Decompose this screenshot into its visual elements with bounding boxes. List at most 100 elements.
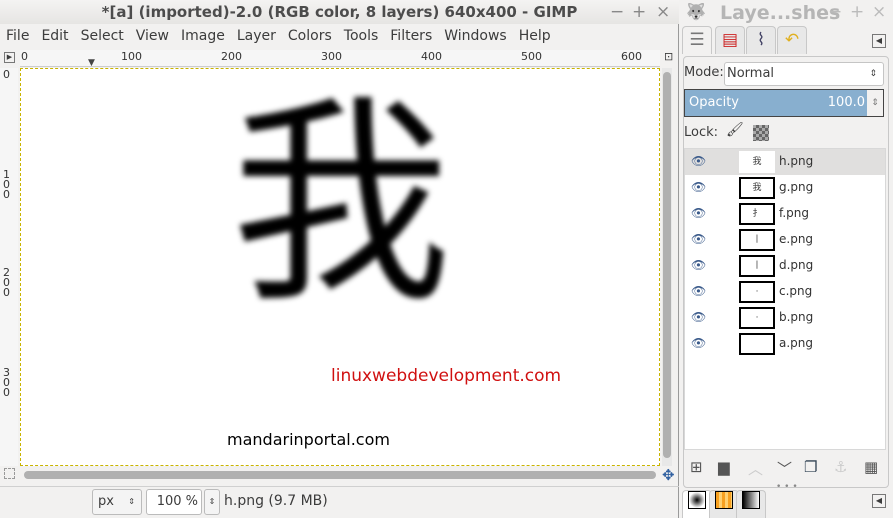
eye-icon[interactable]: 👁 xyxy=(691,258,706,272)
layer-row[interactable]: 👁 · c.png xyxy=(685,279,885,305)
menu-tools[interactable]: Tools xyxy=(338,26,385,48)
layer-thumbnail: 我 xyxy=(739,177,775,199)
title-bar: *[a] (imported)-2.0 (RGB color, 8 layers… xyxy=(0,0,679,24)
maximize-button[interactable]: + xyxy=(632,2,646,22)
zoom-navigate-icon[interactable]: ⊡ xyxy=(664,50,673,63)
layer-thumbnail: 扌 xyxy=(739,203,775,225)
zoom-spinner[interactable]: ⇕ xyxy=(204,489,220,515)
new-layer-button[interactable]: ⊞ xyxy=(690,458,703,476)
layers-tab[interactable]: ☰ xyxy=(682,26,712,54)
eye-icon[interactable]: 👁 xyxy=(691,180,706,194)
menu-bar: File Edit Select View Image Layer Colors… xyxy=(0,26,557,48)
layer-thumbnail: · xyxy=(739,281,775,303)
eye-icon[interactable]: 👁 xyxy=(691,154,706,168)
ruler-label: 600 xyxy=(621,50,642,63)
layer-name: h.png xyxy=(779,154,814,168)
duplicate-layer-button[interactable]: ❐ xyxy=(804,458,817,476)
menu-select[interactable]: Select xyxy=(75,26,130,48)
layer-list: 👁 我 h.png 👁 我 g.png 👁 扌 f.png 👁 丨 e.png 👁 丨 d.png … xyxy=(684,148,886,450)
layer-row[interactable]: 👁 扌 f.png xyxy=(685,201,885,227)
layers-icon: ☰ xyxy=(689,30,705,50)
layer-row[interactable]: 👁 我 h.png xyxy=(685,149,885,175)
toggle-quick-mask-icon[interactable] xyxy=(4,468,15,479)
undo-history-tab[interactable]: ↶ xyxy=(777,26,807,54)
ruler-label: 400 xyxy=(421,50,442,63)
ruler-label: 0 xyxy=(3,68,10,81)
quick-mask-menu-button[interactable]: ▶ xyxy=(4,52,15,63)
layer-name: d.png xyxy=(779,258,814,272)
opacity-spinner[interactable]: ⇕ xyxy=(867,90,883,116)
undo-history-icon: ↶ xyxy=(784,30,800,50)
layer-row[interactable]: 👁 我 g.png xyxy=(685,175,885,201)
ruler-label: 300 xyxy=(3,366,10,399)
layer-thumbnail: 我 xyxy=(739,151,775,173)
pane-resize-handle[interactable]: • • • xyxy=(776,482,798,492)
opacity-slider[interactable]: Opacity 100.0 ⇕ xyxy=(684,89,884,117)
dock-minimize-button[interactable]: − xyxy=(828,2,842,22)
gradients-icon xyxy=(742,491,760,509)
channels-tab[interactable]: ▤ xyxy=(715,26,745,54)
vertical-scrollbar-thumb[interactable] xyxy=(663,72,671,458)
ruler-label: 100 xyxy=(3,168,10,201)
layer-name: c.png xyxy=(779,284,813,298)
tab-menu-button[interactable]: ◀ xyxy=(872,494,886,508)
eye-icon[interactable]: 👁 xyxy=(691,232,706,246)
eye-icon[interactable]: 👁 xyxy=(691,310,706,324)
mode-label: Mode: xyxy=(684,65,724,80)
paths-tab[interactable]: ⌇ xyxy=(746,26,776,54)
opacity-value: 100.0 xyxy=(827,95,865,110)
delete-layer-button[interactable]: ▦ xyxy=(864,458,878,476)
dock-title: Laye...shes xyxy=(720,2,841,24)
layer-row[interactable]: 👁 a.png xyxy=(685,331,885,357)
ruler-label: 500 xyxy=(521,50,542,63)
eye-icon[interactable]: 👁 xyxy=(691,206,706,220)
layer-row[interactable]: 👁 · b.png xyxy=(685,305,885,331)
layer-row[interactable]: 👁 丨 d.png xyxy=(685,253,885,279)
lock-alpha-icon[interactable] xyxy=(753,125,769,141)
menu-colors[interactable]: Colors xyxy=(282,26,338,48)
zoom-input[interactable]: 100 % xyxy=(146,489,202,515)
unit-select[interactable]: px ⇕ xyxy=(92,489,142,515)
close-button[interactable]: × xyxy=(656,2,670,22)
dock-close-button[interactable]: × xyxy=(872,2,886,22)
eye-icon[interactable]: 👁 xyxy=(691,284,706,298)
menu-file[interactable]: File xyxy=(0,26,35,48)
tab-menu-button[interactable]: ◀ xyxy=(872,34,886,48)
menu-view[interactable]: View xyxy=(130,26,175,48)
ruler-label: 200 xyxy=(3,266,10,299)
patterns-tab[interactable] xyxy=(709,490,739,518)
layer-thumbnail xyxy=(739,333,775,355)
layer-name: e.png xyxy=(779,232,814,246)
horizontal-scrollbar[interactable] xyxy=(24,471,656,479)
layer-row[interactable]: 👁 丨 e.png xyxy=(685,227,885,253)
brushes-icon xyxy=(688,491,706,509)
lock-label: Lock: xyxy=(684,125,719,140)
raise-layer-button[interactable]: ︿ xyxy=(748,458,763,479)
lower-layer-button[interactable]: ﹀ xyxy=(777,458,792,479)
layer-name: g.png xyxy=(779,180,814,194)
horizontal-ruler: 0 100 200 300 400 500 600 ▼ xyxy=(20,50,660,68)
menu-filters[interactable]: Filters xyxy=(384,26,438,48)
layer-name: f.png xyxy=(779,206,810,220)
menu-windows[interactable]: Windows xyxy=(438,26,513,48)
menu-layer[interactable]: Layer xyxy=(231,26,282,48)
status-info: h.png (9.7 MB) xyxy=(224,493,328,509)
dock-maximize-button[interactable]: + xyxy=(850,2,864,22)
mode-select[interactable]: Normal ⇕ xyxy=(724,62,884,86)
new-layer-group-button[interactable]: ▆ xyxy=(718,458,730,476)
eye-icon[interactable]: 👁 xyxy=(691,336,706,350)
ruler-label: 0 xyxy=(21,50,28,63)
image-canvas[interactable]: 我 linuxwebdevelopment.com mandarinportal… xyxy=(20,68,660,466)
lock-pixels-icon[interactable]: 🖌 xyxy=(726,122,744,138)
anchor-layer-button[interactable]: ⚓ xyxy=(834,458,847,476)
brushes-tab[interactable] xyxy=(682,490,712,518)
unit-value: px xyxy=(98,494,114,509)
navigate-icon[interactable]: ✥ xyxy=(662,466,675,484)
menu-help[interactable]: Help xyxy=(513,26,557,48)
menu-image[interactable]: Image xyxy=(175,26,231,48)
chinese-character: 我 xyxy=(231,76,452,332)
menu-edit[interactable]: Edit xyxy=(35,26,74,48)
minimize-button[interactable]: − xyxy=(610,2,624,22)
spinner-icon: ⇕ xyxy=(869,69,877,79)
gradients-tab[interactable] xyxy=(736,490,766,518)
